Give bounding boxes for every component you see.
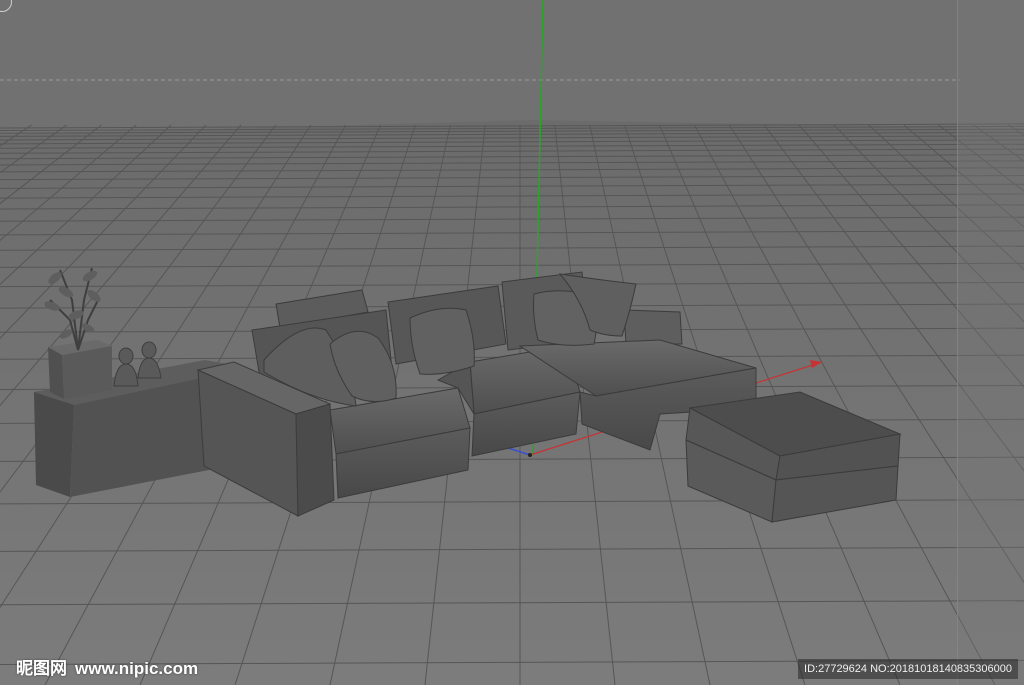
background-backdrop <box>0 0 1024 135</box>
watermark-brand: 昵图网 www.nipic.com <box>16 654 198 679</box>
origin-point <box>528 453 532 457</box>
viewport-side-panel <box>957 0 1024 685</box>
watermark-brand-name: 昵图网 <box>16 659 67 679</box>
watermark-site-url: www.nipic.com <box>75 659 199 678</box>
3d-viewport[interactable]: 昵图网 www.nipic.com ID:27729624 NO:20181018… <box>0 0 1024 685</box>
scene-canvas[interactable] <box>0 0 1024 685</box>
watermark-id-badge: ID:27729624 NO:20181018140835306000 <box>798 659 1018 679</box>
